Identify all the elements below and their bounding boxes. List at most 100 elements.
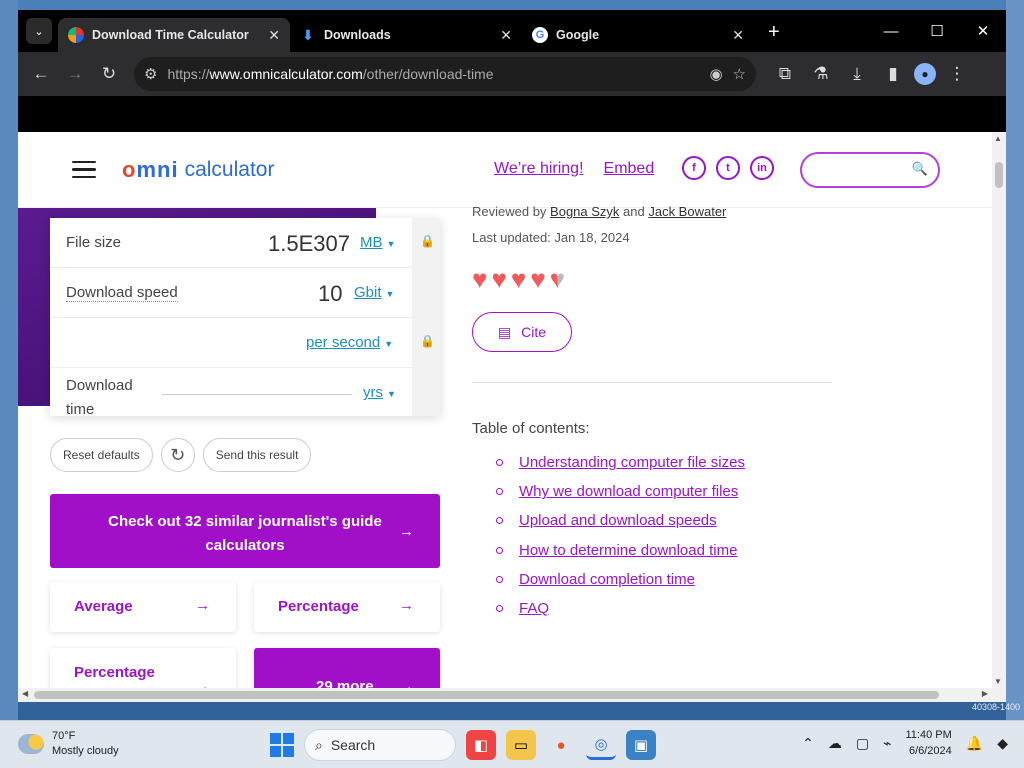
heart-icon[interactable]: ♥: [491, 264, 506, 295]
average-card[interactable]: Average →: [50, 582, 236, 632]
forward-button[interactable]: →: [60, 59, 90, 89]
rating-hearts[interactable]: ♥ ♥ ♥ ♥ ♥: [472, 264, 565, 295]
omni-logo[interactable]: omni calculator: [122, 157, 274, 183]
window-controls: — ☐ ✕: [868, 10, 1006, 52]
download-speed-unit-select[interactable]: Gbit ▼: [354, 284, 394, 301]
download-time-input[interactable]: [162, 394, 352, 395]
network-icon[interactable]: ⌁: [883, 735, 891, 752]
file-size-unit-select[interactable]: MB ▼: [360, 234, 395, 251]
reload-calc-icon[interactable]: ↻: [160, 438, 195, 472]
tab-downloads[interactable]: ⬇ Downloads ✕: [290, 18, 522, 52]
twitter-icon[interactable]: t: [716, 156, 740, 180]
side-panel-icon[interactable]: ▮: [878, 59, 908, 89]
desktop-left-strip: [0, 0, 18, 720]
desktop-build-text: 40308-1400: [971, 702, 1020, 712]
bookmark-star-icon[interactable]: ☆: [733, 65, 746, 83]
weather-widget[interactable]: 70°F Mostly cloudy: [18, 729, 119, 759]
toc-link[interactable]: How to determine download time: [519, 542, 737, 559]
heart-icon[interactable]: ♥: [511, 264, 526, 295]
reload-button[interactable]: ↻: [94, 59, 124, 89]
reviewed-by: Reviewed by Bogna Szyk and Jack Bowater: [472, 204, 726, 219]
percentage-card-2[interactable]: Percentage →: [50, 648, 236, 688]
maximize-button[interactable]: ☐: [914, 22, 960, 40]
hamburger-menu-icon[interactable]: [72, 160, 96, 179]
bell-icon[interactable]: 🔔: [966, 735, 983, 752]
toc-link[interactable]: Why we download computer files: [519, 483, 738, 500]
lock-icon[interactable]: 🔒: [420, 234, 435, 248]
send-result-button[interactable]: Send this result: [202, 438, 312, 472]
new-tab-button[interactable]: +: [754, 21, 794, 52]
scroll-thumb[interactable]: [34, 691, 939, 699]
eye-off-icon[interactable]: ◉: [709, 65, 722, 83]
facebook-icon[interactable]: f: [682, 156, 706, 180]
firefox-icon[interactable]: ●: [546, 730, 576, 760]
downloads-icon[interactable]: ⤓: [842, 59, 872, 89]
search-icon[interactable]: 🔍: [912, 161, 928, 177]
labs-icon[interactable]: ⚗: [806, 59, 836, 89]
file-size-input[interactable]: 1.5E307: [268, 231, 350, 257]
reset-defaults-button[interactable]: Reset defaults: [50, 438, 153, 472]
start-button[interactable]: [270, 733, 294, 757]
speed-period-select[interactable]: per second ▼: [306, 334, 393, 351]
clock[interactable]: 11:40 PM 6/6/2024: [906, 727, 952, 759]
widgets-icon[interactable]: ◧: [466, 730, 496, 760]
vertical-scrollbar[interactable]: ▲ ▼: [992, 132, 1006, 688]
tab-download-time-calculator[interactable]: Download Time Calculator ✕: [58, 18, 290, 52]
calculator-actions: Reset defaults ↻ Send this result: [50, 438, 312, 472]
linkedin-icon[interactable]: in: [750, 156, 774, 180]
clock-time: 11:40 PM: [905, 729, 952, 741]
download-time-unit-select[interactable]: yrs ▼: [363, 384, 396, 401]
logo-omni: mni: [136, 156, 179, 182]
toc-link[interactable]: Upload and download speeds: [519, 512, 717, 529]
file-explorer-icon[interactable]: ▭: [506, 730, 536, 760]
scroll-down-icon[interactable]: ▼: [994, 677, 1002, 686]
extensions-icon[interactable]: ⧉: [770, 59, 800, 89]
chevron-up-icon[interactable]: ⌃: [802, 735, 814, 752]
close-tab-icon[interactable]: ✕: [732, 27, 744, 44]
scroll-up-icon[interactable]: ▲: [994, 134, 1002, 143]
cloud-off-icon[interactable]: ☁: [828, 735, 842, 752]
download-speed-input[interactable]: 10: [318, 281, 342, 307]
scroll-right-icon[interactable]: ▶: [982, 689, 988, 698]
reviewer-link[interactable]: Jack Bowater: [648, 204, 726, 219]
toc-item: FAQ: [496, 594, 745, 623]
device-icon[interactable]: ▢: [856, 735, 869, 752]
similar-calculators-button[interactable]: Check out 32 similar journalist's guide …: [50, 494, 440, 568]
tab-google[interactable]: G Google ✕: [522, 18, 754, 52]
cite-button[interactable]: ▤ Cite: [472, 312, 572, 352]
scroll-thumb[interactable]: [995, 162, 1003, 188]
scroll-left-icon[interactable]: ◀: [22, 689, 28, 698]
heart-icon[interactable]: ♥: [472, 264, 487, 295]
taskbar-search[interactable]: ⌕ Search: [304, 729, 456, 761]
copilot-icon[interactable]: ◆: [997, 735, 1008, 752]
embed-link[interactable]: Embed: [604, 160, 655, 178]
bullet-icon: [496, 546, 503, 554]
weather-temp: 70°F: [52, 730, 76, 742]
toc-link[interactable]: FAQ: [519, 600, 549, 617]
more-calculators-card[interactable]: 29 more →: [254, 648, 440, 688]
horizontal-scrollbar[interactable]: ◀ ▶: [18, 688, 1006, 702]
minimize-button[interactable]: —: [868, 23, 914, 40]
profile-avatar[interactable]: ●: [914, 63, 936, 85]
percentage-card[interactable]: Percentage →: [254, 582, 440, 632]
url-prefix: https://: [167, 66, 210, 82]
lock-icon[interactable]: 🔒: [420, 334, 435, 348]
taskbar-search-label: Search: [330, 737, 376, 753]
hiring-link[interactable]: We’re hiring!: [494, 160, 584, 178]
reviewer-link[interactable]: Bogna Szyk: [550, 204, 619, 219]
close-tab-icon[interactable]: ✕: [500, 27, 512, 44]
site-info-icon[interactable]: ⚙: [144, 65, 157, 83]
toc-link[interactable]: Download completion time: [519, 571, 695, 588]
close-tab-icon[interactable]: ✕: [268, 27, 280, 44]
tab-search-button[interactable]: ⌄: [26, 18, 52, 44]
close-window-button[interactable]: ✕: [960, 22, 1006, 40]
heart-icon[interactable]: ♥: [530, 264, 545, 295]
back-button[interactable]: ←: [26, 59, 56, 89]
menu-icon[interactable]: ⋮: [942, 59, 972, 89]
address-bar[interactable]: ⚙ https://www.omnicalculator.com/other/d…: [134, 57, 756, 91]
site-search-input[interactable]: 🔍: [800, 152, 940, 188]
half-heart-icon[interactable]: ♥: [550, 264, 565, 295]
chrome-icon[interactable]: ◎: [586, 730, 616, 760]
photos-icon[interactable]: ▣: [626, 730, 656, 760]
toc-link[interactable]: Understanding computer file sizes: [519, 454, 745, 471]
